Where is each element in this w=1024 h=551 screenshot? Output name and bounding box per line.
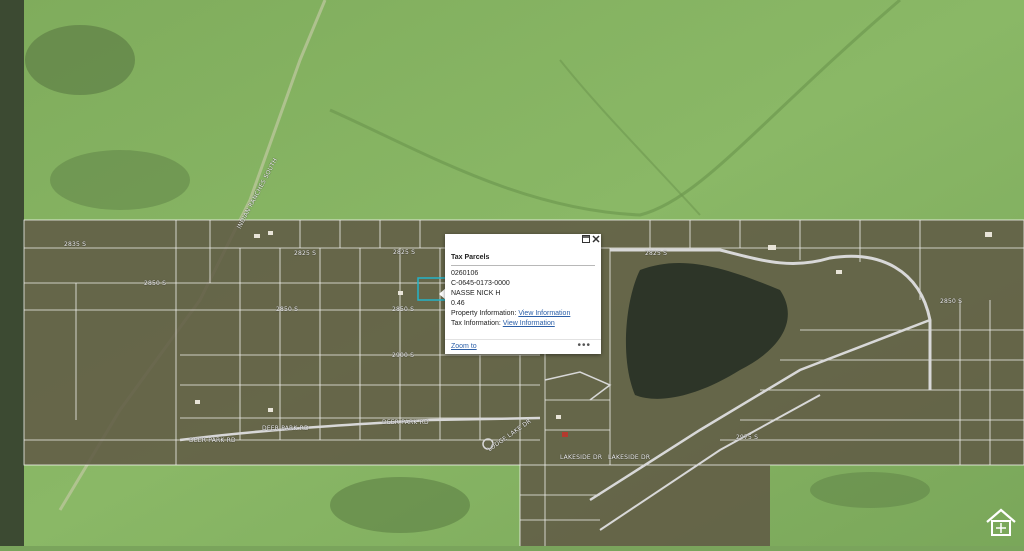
property-info-link[interactable]: View Information (518, 310, 570, 317)
tree-cluster (810, 472, 930, 508)
tax-info-label: Tax Information: (451, 320, 501, 327)
road-label-2850s: 2850 S (940, 298, 963, 305)
road-label-2850s: 2850 S (276, 306, 299, 313)
road-label-lakeside-dr: LAKESIDE DR (560, 454, 603, 461)
popup-body: 0260106 C-0645-0173-0000 NASSE NICK H 0.… (451, 269, 570, 329)
close-icon[interactable] (591, 235, 601, 245)
road-label-deer-park-rd: DEER PARK RD (262, 425, 309, 432)
road-label-2900s: 2900 S (392, 352, 415, 359)
forest-strip (0, 0, 24, 546)
house-logo-icon (984, 506, 1018, 540)
tree-cluster (25, 25, 135, 95)
road-label-2825s: 2825 S (393, 249, 416, 256)
road-label-2825s: 2825 S (294, 250, 317, 257)
zoom-to-link[interactable]: Zoom to (451, 343, 477, 350)
property-info-row: Property Information: View Information (451, 309, 570, 319)
road-label-2850s: 2850 S (392, 306, 415, 313)
road-label-2975s: 2975 S (736, 434, 759, 441)
road-label-2825s: 2825 S (645, 250, 668, 257)
parcel-area-south (520, 465, 770, 546)
tax-info-link[interactable]: View Information (503, 320, 555, 327)
popup-header (445, 234, 601, 246)
tree-cluster (330, 477, 470, 533)
road-label-2835s: 2835 S (64, 241, 87, 248)
popup-title: Tax Parcels (451, 254, 490, 261)
road-label-deer-park-rd: DEER PARK RD (382, 419, 429, 426)
tree-cluster (50, 150, 190, 210)
road-label-deer-park-rd: DEER PARK RD (189, 437, 236, 444)
parcel-number: 0260106 (451, 270, 479, 277)
popup-divider (451, 265, 595, 266)
road-label-2850s: 2850 S (144, 280, 167, 287)
parcel-acres: 0.46 (451, 300, 465, 307)
parcel-popup: Tax Parcels 0260106 C-0645-0173-0000 NAS… (445, 234, 601, 354)
tax-info-row: Tax Information: View Information (451, 319, 570, 329)
parcel-serial: C-0645-0173-0000 (451, 280, 510, 287)
road-label-lakeside-dr: LAKESIDE DR (608, 454, 651, 461)
red-roof-building (562, 432, 568, 437)
maximize-icon[interactable] (581, 235, 591, 245)
parcel-owner: NASSE NICK H (451, 290, 501, 297)
more-options-button[interactable]: ••• (577, 340, 591, 351)
property-info-label: Property Information: (451, 310, 517, 317)
popup-footer: Zoom to ••• (445, 339, 601, 354)
